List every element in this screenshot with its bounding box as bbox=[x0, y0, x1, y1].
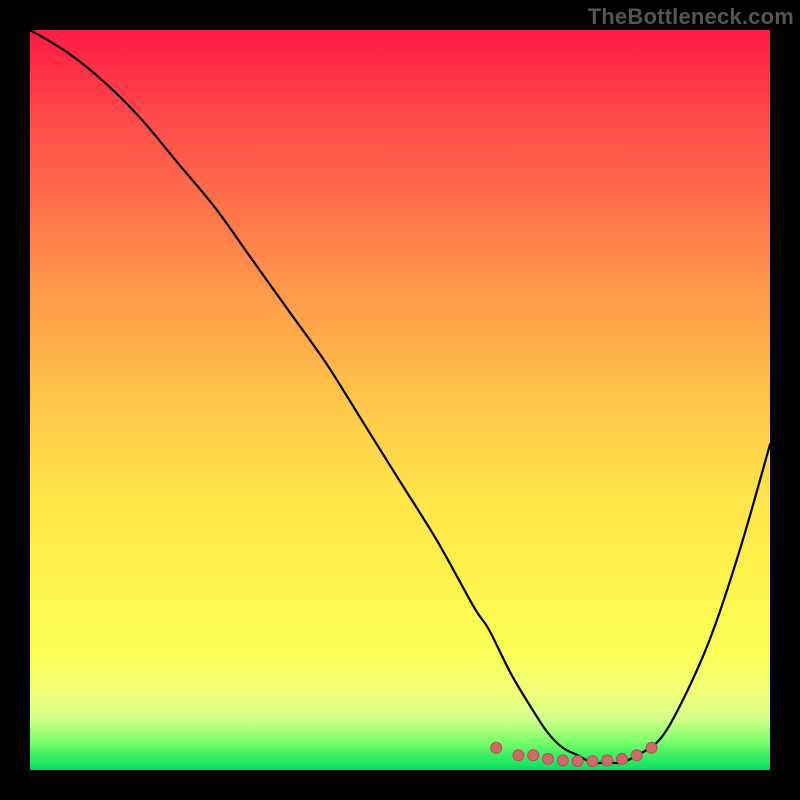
plateau-marker bbox=[557, 755, 568, 766]
plateau-marker bbox=[631, 750, 642, 761]
watermark-text: TheBottleneck.com bbox=[588, 4, 794, 30]
chart-svg bbox=[30, 30, 770, 770]
bottleneck-curve-line bbox=[30, 30, 770, 763]
plateau-marker bbox=[602, 755, 613, 766]
plateau-marker bbox=[513, 750, 524, 761]
plateau-marker bbox=[646, 742, 657, 753]
plateau-marker bbox=[587, 756, 598, 767]
plateau-marker bbox=[491, 742, 502, 753]
chart-plot-area bbox=[30, 30, 770, 770]
plateau-marker bbox=[543, 753, 554, 764]
plateau-marker bbox=[572, 756, 583, 767]
plateau-marker bbox=[617, 753, 628, 764]
plateau-marker bbox=[528, 750, 539, 761]
